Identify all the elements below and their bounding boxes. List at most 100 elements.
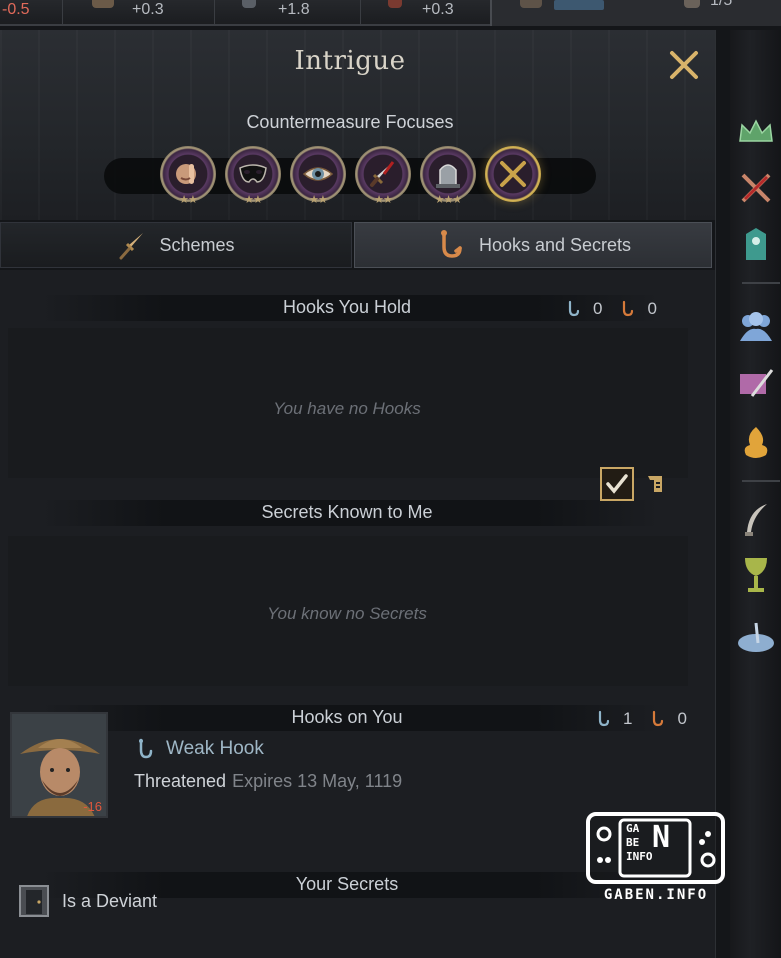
focus-hush[interactable]: ★★ <box>160 146 216 206</box>
castle-icon <box>520 0 542 8</box>
section-title: Secrets Known to Me <box>261 502 433 522</box>
empty-hooks-text: You have no Hooks <box>273 399 421 418</box>
strong-hook-count: 0 <box>647 299 657 318</box>
mask-icon <box>239 164 267 183</box>
focus-mask[interactable]: ★★ <box>225 146 281 206</box>
quill-icon <box>745 504 767 536</box>
focus-stars: ★★ <box>244 193 263 206</box>
domain-box[interactable]: 1/5 <box>490 0 781 26</box>
council-icon <box>746 228 766 260</box>
tab-strip: Schemes Hooks and Secrets <box>0 220 715 270</box>
weak-hook-icon <box>598 710 610 727</box>
cross-icon <box>500 161 526 187</box>
close-icon <box>670 51 698 79</box>
scroll-icon <box>648 476 662 492</box>
focus-tomb[interactable]: ★★★ <box>420 146 476 206</box>
hook-counts: 0 0 <box>566 299 657 319</box>
people-icon <box>740 312 772 341</box>
bloody-dagger-icon <box>370 161 395 187</box>
rail-council-button[interactable] <box>736 224 776 264</box>
flame-icon <box>744 427 768 458</box>
hook-expiry: Expires 13 May, 1119 <box>232 771 403 791</box>
focus-stars: ★★★ <box>434 193 463 206</box>
divider <box>214 0 215 26</box>
handheld-icon: GA BE INFO N <box>586 812 725 884</box>
character-portrait[interactable]: -16 <box>10 712 108 818</box>
domain-icon <box>684 0 700 8</box>
focus-stars: ★★ <box>374 193 393 206</box>
close-button[interactable] <box>664 46 704 84</box>
show-secrets-checkbox[interactable] <box>600 467 634 501</box>
focus-stars: ★★ <box>179 193 198 206</box>
panel-header: Intrigue Countermeasure Focuses ★★ ★★ ★★… <box>0 30 715 220</box>
hook-counts: 1 0 <box>596 709 687 729</box>
tomb-icon <box>436 164 460 188</box>
empty-secrets-text: You know no Secrets <box>267 604 427 623</box>
resource-value-left: -0.5 <box>2 1 30 18</box>
weak-hook-icon <box>139 738 153 759</box>
resource-value-gold: +0.3 <box>132 1 164 18</box>
sundial-icon <box>738 622 774 652</box>
focus-none[interactable] <box>485 146 541 202</box>
weak-hook-count: 0 <box>593 299 603 318</box>
hook-entry[interactable]: Weak Hook <box>136 738 264 760</box>
divider <box>62 0 63 26</box>
rail-military-button[interactable] <box>736 168 776 208</box>
resource-bar: -0.5 +0.3 +1.8 +0.3 1/5 <box>0 0 781 26</box>
weak-hook-icon <box>568 300 580 317</box>
rail-realm-button[interactable] <box>736 112 776 152</box>
focus-stars: ★★ <box>309 193 328 206</box>
rail-intrigue-button[interactable] <box>736 364 776 404</box>
resource-value-prestige: +0.3 <box>422 1 454 18</box>
hook-type: Weak Hook <box>166 738 264 759</box>
rail-faith-button[interactable] <box>736 422 776 462</box>
closet-door-icon <box>19 885 49 917</box>
goblet-icon <box>745 558 767 592</box>
right-rail <box>730 30 781 958</box>
watermark-caption: GABEN.INFO <box>603 887 709 903</box>
scroll-dagger-icon <box>740 369 774 397</box>
watermark-logo: GA BE INFO N GABEN.INFO <box>586 812 726 903</box>
tab-hooks-label: Hooks and Secrets <box>478 234 632 255</box>
hook-state: Threatened <box>134 771 227 791</box>
hush-finger-icon <box>176 164 196 184</box>
section-hooks-you-hold: Hooks You Hold 0 0 <box>0 291 700 323</box>
rail-court-button[interactable] <box>736 306 776 346</box>
opinion-value: -16 <box>83 799 102 814</box>
rail-divider <box>742 282 780 284</box>
eye-icon <box>302 167 334 181</box>
checkmark-icon <box>606 474 628 494</box>
rail-divider <box>742 480 780 482</box>
divider <box>360 0 361 26</box>
piety-icon[interactable] <box>242 0 256 8</box>
secret-item[interactable]: Is a Deviant <box>18 884 157 918</box>
panel-title: Intrigue <box>294 46 406 76</box>
tab-schemes-label: Schemes <box>159 234 235 255</box>
strong-hook-icon <box>653 710 664 727</box>
strong-hook-icon <box>623 300 634 317</box>
resource-value-piety: +1.8 <box>278 1 310 18</box>
focus-eye[interactable]: ★★ <box>290 146 346 206</box>
strong-hook-count: 0 <box>677 709 687 728</box>
logo-big-letter: N <box>652 820 671 855</box>
crossed-swords-icon <box>741 173 771 203</box>
countermeasure-label: Countermeasure Focuses <box>246 112 454 132</box>
progress-bar <box>554 0 604 10</box>
prestige-icon[interactable] <box>388 0 402 8</box>
secret-label: Is a Deviant <box>62 890 158 911</box>
tab-hooks-and-secrets[interactable]: Hooks and Secrets <box>354 222 712 268</box>
hook-icon <box>440 230 462 258</box>
crown-icon <box>739 119 773 142</box>
gold-icon[interactable] <box>92 0 114 8</box>
focus-dagger[interactable]: ★★ <box>355 146 411 206</box>
rail-activities-button[interactable] <box>736 556 776 596</box>
section-secrets-known: Secrets Known to Me <box>0 496 700 528</box>
tab-schemes[interactable]: Schemes <box>0 222 352 268</box>
secret-ledger-button[interactable] <box>644 472 668 500</box>
weak-hook-count: 1 <box>623 709 633 728</box>
dagger-icon <box>119 233 144 260</box>
rail-encyclopedia-button[interactable] <box>736 616 776 656</box>
hook-status: Threatened Expires 13 May, 1119 <box>134 771 402 792</box>
domain-limit: 1/5 <box>710 0 733 9</box>
rail-lifestyle-button[interactable] <box>736 500 776 540</box>
